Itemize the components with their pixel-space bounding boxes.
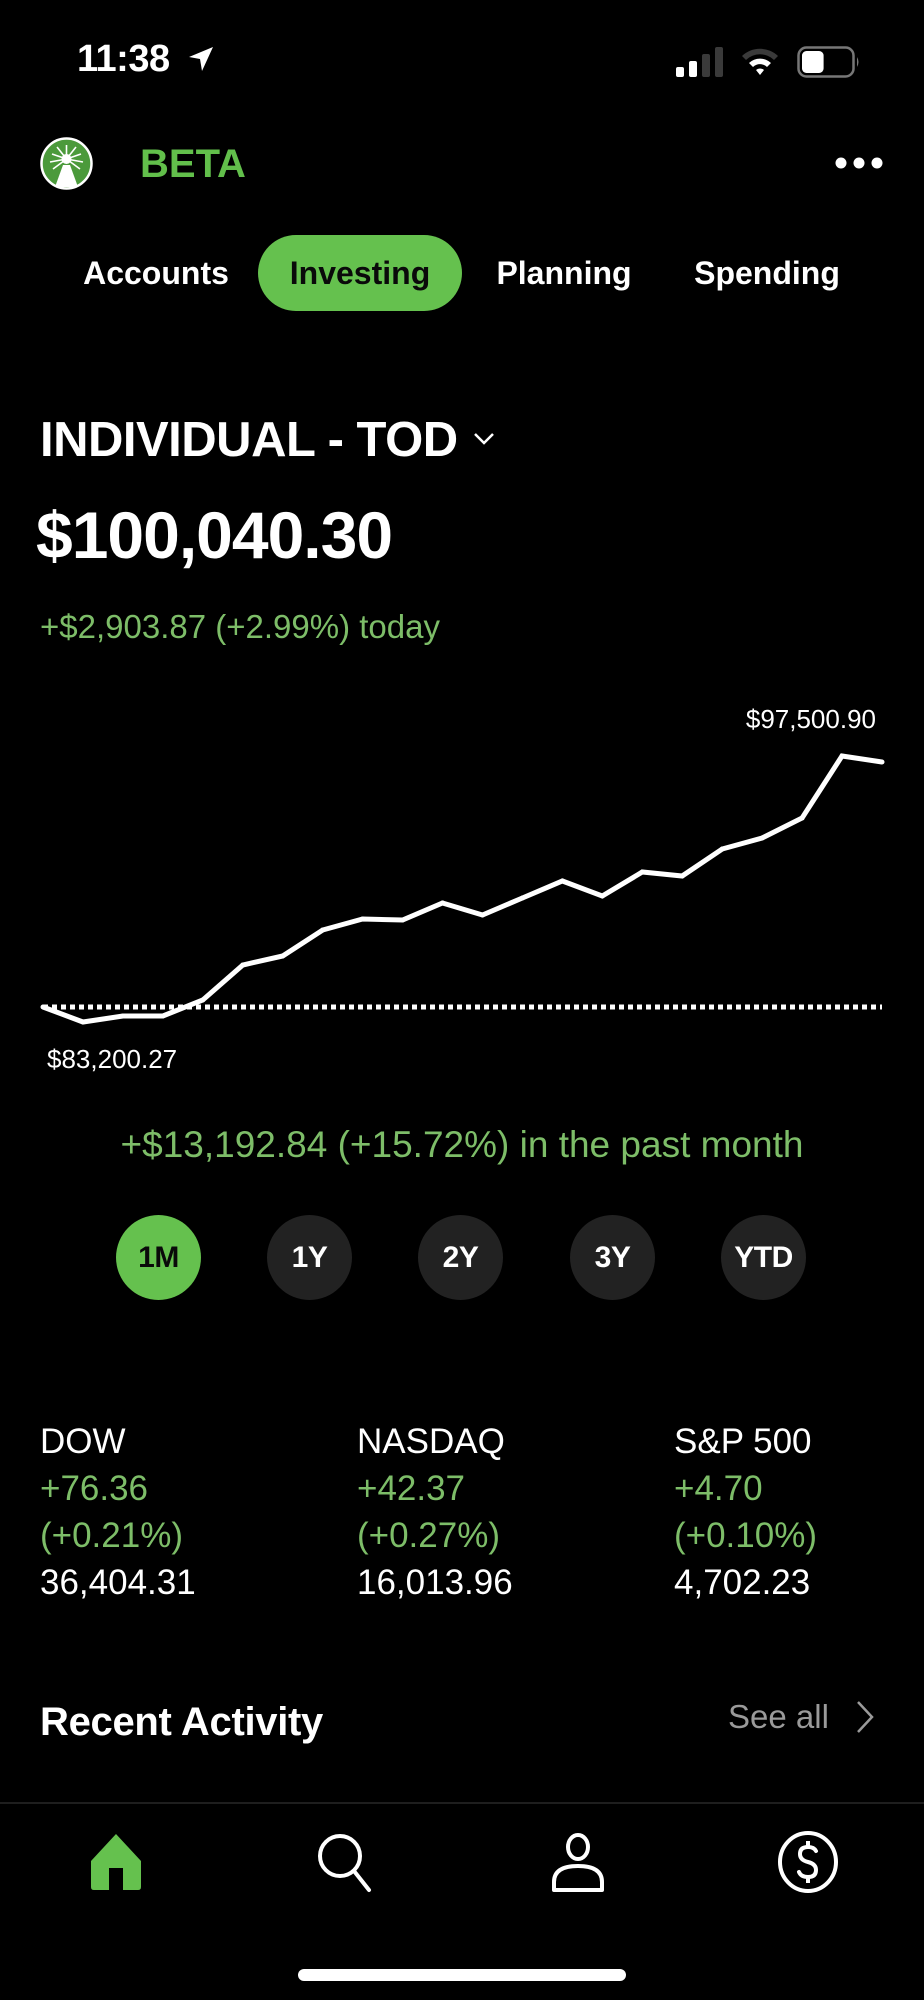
home-icon[interactable]: [84, 1830, 148, 1894]
chart-point: [839, 753, 845, 759]
index-percent: (+0.10%): [674, 1516, 817, 1555]
index-sp500[interactable]: S&P 500 +4.70 (+0.10%) 4,702.23: [674, 1418, 924, 1606]
wifi-icon: [742, 48, 778, 75]
range-1y-button[interactable]: 1Y: [267, 1215, 352, 1300]
chart-point: [160, 1013, 166, 1019]
chart-point: [400, 917, 406, 923]
chart-point: [40, 1004, 46, 1010]
index-percent: (+0.27%): [357, 1516, 500, 1555]
chart-point: [80, 1019, 86, 1025]
chart-point: [120, 1013, 126, 1019]
chart-point: [280, 953, 286, 959]
app-title: BETA: [140, 142, 246, 186]
account-balance: $100,040.30: [36, 498, 393, 572]
battery-icon: [797, 46, 859, 78]
chart-point: [719, 846, 725, 852]
recent-activity-heading: Recent Activity: [40, 1700, 324, 1744]
range-1m-button[interactable]: 1M: [116, 1215, 201, 1300]
range-ytd-button[interactable]: YTD: [721, 1215, 806, 1300]
index-value: 36,404.31: [40, 1563, 196, 1602]
account-selector[interactable]: INDIVIDUAL - TOD: [40, 412, 496, 468]
chart-series-line: [42, 753, 883, 1025]
status-time: 11:38: [77, 38, 170, 80]
chart-point: [320, 927, 326, 933]
top-tabs: Accounts Investing Planning Spending: [0, 235, 924, 311]
index-dow[interactable]: DOW +76.36 (+0.21%) 36,404.31: [40, 1418, 320, 1606]
chart-point: [679, 873, 685, 879]
chart-high-label: $97,500.90: [746, 704, 876, 734]
chart-point: [519, 895, 525, 901]
period-change: +$13,192.84 (+15.72%) in the past month: [120, 1124, 804, 1165]
index-change: +42.37: [357, 1469, 466, 1508]
chart-point: [200, 997, 206, 1003]
index-name: NASDAQ: [357, 1422, 505, 1461]
chevron-down-icon: [473, 433, 494, 445]
profile-icon[interactable]: [546, 1830, 610, 1894]
chart-point: [599, 893, 605, 899]
home-indicator: [298, 1969, 626, 1981]
index-percent: (+0.21%): [40, 1516, 183, 1555]
index-value: 16,013.96: [357, 1563, 513, 1602]
range-2y-button[interactable]: 2Y: [418, 1215, 503, 1300]
dollar-circle-icon[interactable]: [776, 1830, 840, 1894]
tab-accounts[interactable]: Accounts: [70, 235, 242, 311]
fidelity-logo-icon: [40, 137, 93, 190]
bottom-nav-divider: [0, 1802, 924, 1804]
more-horizontal-icon[interactable]: [834, 150, 884, 176]
see-all-label: See all: [728, 1698, 829, 1735]
chevron-right-icon: [856, 1701, 874, 1733]
range-3y-button[interactable]: 3Y: [570, 1215, 655, 1300]
tab-investing[interactable]: Investing: [258, 235, 462, 311]
chart-point: [479, 912, 485, 918]
index-change: +76.36: [40, 1469, 149, 1508]
index-value: 4,702.23: [674, 1563, 811, 1602]
index-name: DOW: [40, 1422, 126, 1461]
search-icon[interactable]: [313, 1830, 377, 1894]
tab-planning[interactable]: Planning: [480, 235, 648, 311]
location-arrow-icon: [189, 47, 213, 71]
chart-point: [559, 878, 565, 884]
index-change: +4.70: [674, 1469, 763, 1508]
chart-point: [799, 815, 805, 821]
chart-point: [240, 962, 246, 968]
chart-low-label: $83,200.27: [47, 1044, 177, 1074]
performance-chart: $97,500.90 $83,200.27: [40, 704, 885, 1074]
index-name: S&P 500: [674, 1422, 812, 1461]
chart-point: [879, 759, 885, 765]
chart-point: [639, 869, 645, 875]
chart-point: [440, 900, 446, 906]
tab-spending[interactable]: Spending: [680, 235, 854, 311]
today-change: +$2,903.87 (+2.99%) today: [40, 608, 440, 645]
cellular-signal-icon: [676, 47, 723, 77]
chart-point: [360, 916, 366, 922]
chart-point: [759, 835, 765, 841]
index-nasdaq[interactable]: NASDAQ +42.37 (+0.27%) 16,013.96: [357, 1418, 637, 1606]
see-all-link[interactable]: See all: [728, 1698, 875, 1736]
account-name: INDIVIDUAL - TOD: [40, 413, 458, 467]
